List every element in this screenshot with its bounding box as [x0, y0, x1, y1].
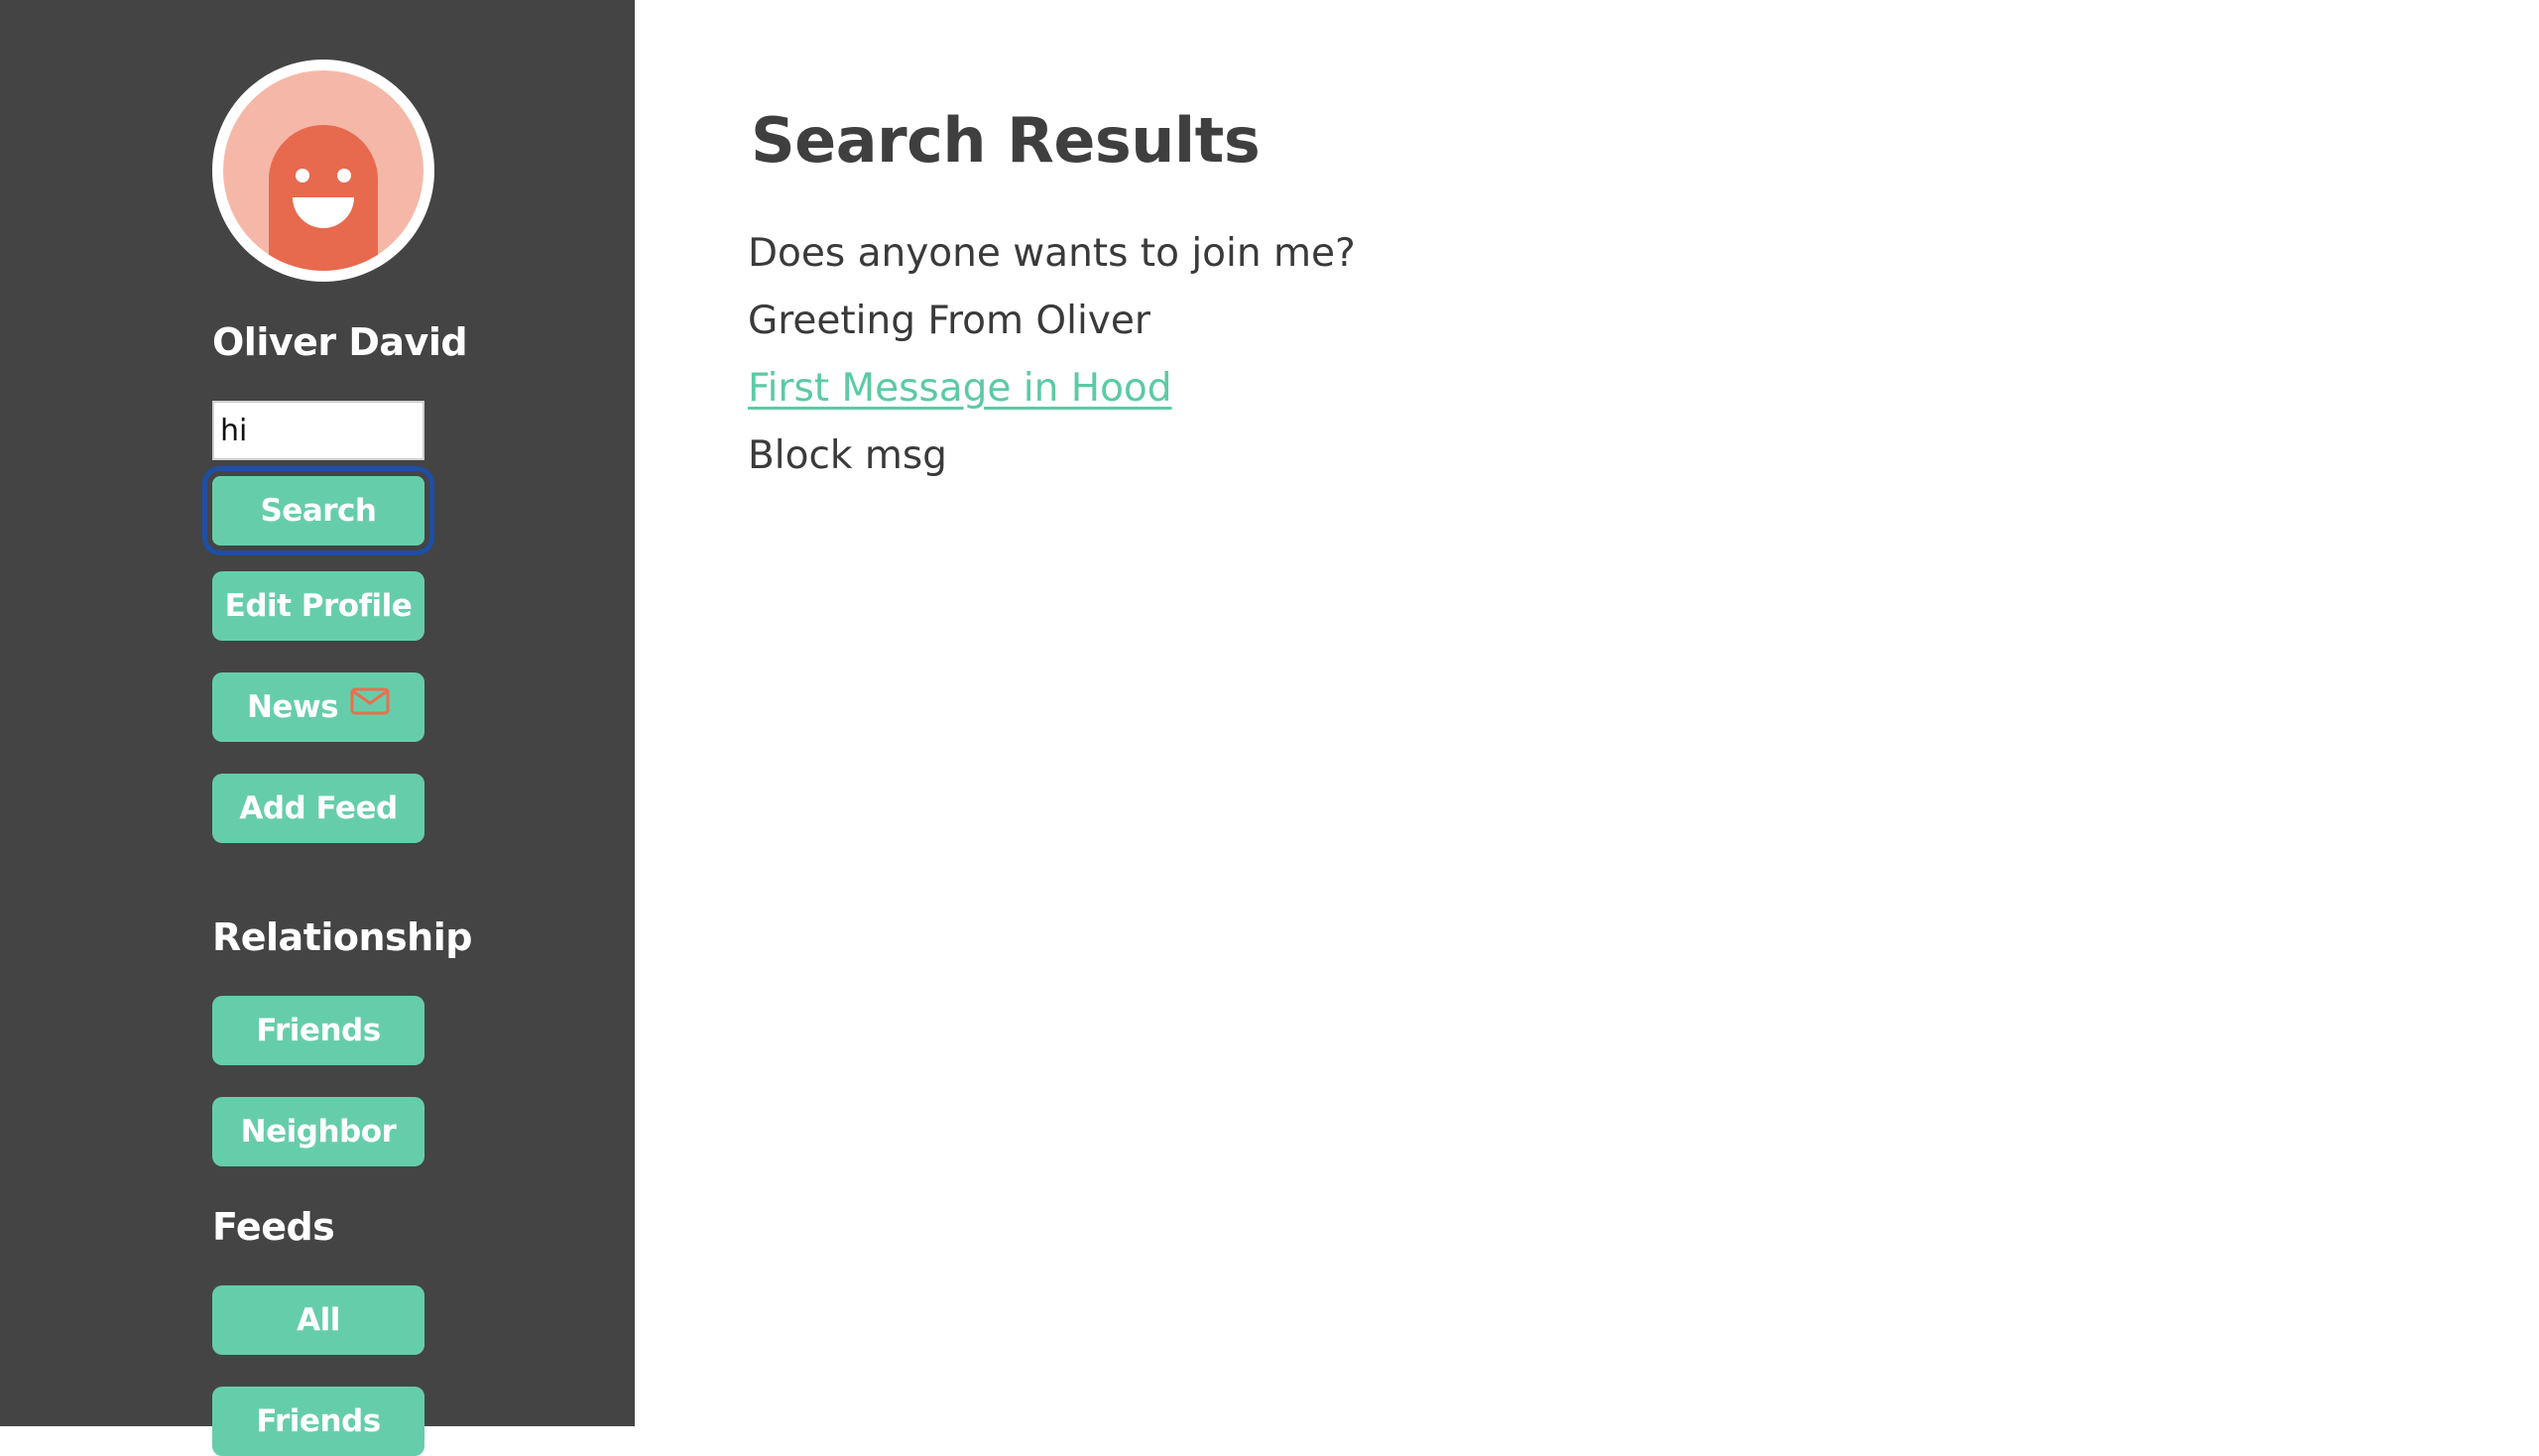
search-result-item: Does anyone wants to join me? — [748, 231, 1356, 276]
search-input[interactable] — [212, 401, 424, 460]
news-button-label: News — [246, 689, 339, 725]
news-button[interactable]: News — [212, 672, 424, 742]
feeds-friends-button[interactable]: Friends — [212, 1387, 424, 1456]
relationship-neighbor-button[interactable]: Neighbor — [212, 1097, 424, 1166]
add-feed-button[interactable]: Add Feed — [212, 774, 424, 843]
search-result-item: First Message in Hood — [748, 355, 1356, 423]
smiley-avatar-icon — [269, 125, 378, 271]
search-button[interactable]: Search — [212, 476, 424, 546]
main-content: Search Results Does anyone wants to join… — [635, 0, 2539, 1426]
avatar — [212, 60, 434, 282]
page-title: Search Results — [751, 104, 1261, 177]
sidebar: Oliver David Search Edit Profile News Ad… — [0, 0, 635, 1456]
user-name: Oliver David — [212, 320, 468, 364]
feeds-all-button[interactable]: All — [212, 1285, 424, 1355]
edit-profile-button[interactable]: Edit Profile — [212, 571, 424, 641]
relationship-friends-button[interactable]: Friends — [212, 996, 424, 1065]
search-result-item: Greeting From Oliver — [748, 299, 1150, 343]
search-result-link[interactable]: First Message in Hood — [748, 366, 1172, 411]
feeds-title: Feeds — [212, 1205, 335, 1249]
search-result-item: Block msg — [748, 433, 947, 478]
mail-icon — [350, 687, 390, 723]
relationship-title: Relationship — [212, 915, 472, 959]
search-results-list: Does anyone wants to join me? Greeting F… — [748, 220, 1356, 490]
